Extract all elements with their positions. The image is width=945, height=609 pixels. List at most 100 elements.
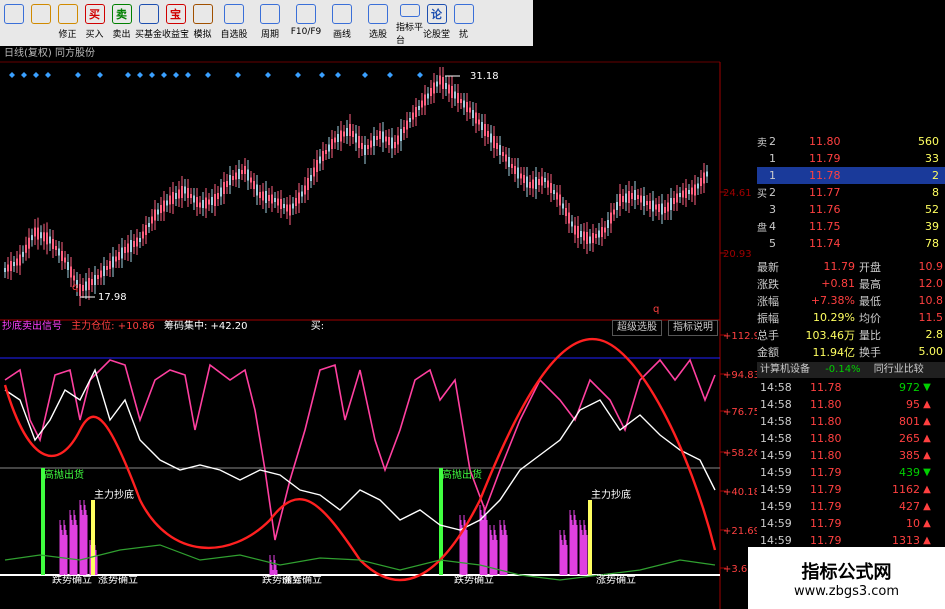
stats-panel: 最新 11.79 开盘 10.9 涨跌 +0.81 最高 12.0 涨幅 +7.38… xyxy=(757,258,945,360)
price-axis-label: 24.61 xyxy=(723,188,752,199)
tick-row[interactable]: 14:59 11.79 10 ▲ xyxy=(757,515,945,532)
order-price: 11.78 xyxy=(809,169,841,182)
order-book-row[interactable]: 卖 2 11.80 560 xyxy=(757,133,945,150)
order-level: 4 xyxy=(769,220,776,233)
oscillator-line xyxy=(4,358,716,541)
tick-time: 14:58 xyxy=(760,415,792,428)
order-volume: 52 xyxy=(925,203,939,216)
arrow-up-icon: ▲ xyxy=(923,518,931,529)
order-book-row[interactable]: 3 11.76 52 xyxy=(757,201,945,218)
stat-key: 金额 xyxy=(757,345,779,359)
tick-row[interactable]: 14:59 11.80 385 ▲ xyxy=(757,447,945,464)
tick-time: 14:58 xyxy=(760,398,792,411)
order-book-row[interactable]: 1 11.79 33 xyxy=(757,150,945,167)
tick-volume: 385 xyxy=(899,449,920,462)
order-price: 11.80 xyxy=(809,135,841,148)
signal-diamond xyxy=(9,72,15,78)
tick-time: 14:59 xyxy=(760,534,792,547)
tick-row[interactable]: 14:58 11.80 801 ▲ xyxy=(757,413,945,430)
tick-time: 14:59 xyxy=(760,517,792,530)
stats-row: 振幅 10.29% 均价 11.5 xyxy=(757,309,945,326)
trend-up-label: 涨势确立 xyxy=(282,573,322,586)
order-book-row[interactable]: 买 2 11.77 8 xyxy=(757,184,945,201)
tick-volume: 10 xyxy=(906,517,920,530)
price-axis-label: 20.93 xyxy=(723,249,752,260)
stats-row: 最新 11.79 开盘 10.9 xyxy=(757,258,945,275)
order-book-row[interactable]: 5 11.74 78 xyxy=(757,235,945,252)
stat-key: 总手 xyxy=(757,328,779,342)
signal-diamond xyxy=(362,72,368,78)
trend-line xyxy=(4,368,716,531)
chip-value: +42.20 xyxy=(210,321,248,332)
stat-value: +7.38% xyxy=(810,294,855,307)
order-book-row[interactable]: 盘 4 11.75 39 xyxy=(757,218,945,235)
tab-super-select[interactable]: 超级选股 xyxy=(612,320,662,336)
order-book-row[interactable]: 1 11.78 2 xyxy=(757,167,945,184)
signal-diamonds xyxy=(9,72,423,78)
signal-diamond xyxy=(125,72,131,78)
trend-down-label: 跌势确立 xyxy=(454,573,494,586)
stat-value: 2.8 xyxy=(925,328,944,341)
signal-diamond xyxy=(137,72,143,78)
signal-diamond xyxy=(235,72,241,78)
signal-diamond xyxy=(295,72,301,78)
arrow-up-icon: ▲ xyxy=(923,450,931,461)
tick-row[interactable]: 14:59 11.79 427 ▲ xyxy=(757,498,945,515)
order-level: 5 xyxy=(769,237,776,250)
tick-volume: 427 xyxy=(899,500,920,513)
stat-key: 最高 xyxy=(859,277,881,291)
tick-volume: 1313 xyxy=(892,534,920,547)
chart-area[interactable]: 31.18 17.98 24.61 20.93 q q 高抛出货 高抛出货主力抄底 主力抄底跌… xyxy=(0,0,757,609)
trend-up-label: 涨势确立 xyxy=(98,573,138,586)
tick-row[interactable]: 14:59 11.79 439 ▼ xyxy=(757,464,945,481)
order-side: 买 xyxy=(757,189,767,200)
tick-row[interactable]: 14:58 11.78 972 ▼ xyxy=(757,379,945,396)
signal-diamond xyxy=(45,72,51,78)
stat-key: 涨跌 xyxy=(757,277,779,291)
tab-indicator-help[interactable]: 指标说明 xyxy=(668,320,718,336)
stat-key: 最新 xyxy=(757,260,779,274)
signal-diamond xyxy=(205,72,211,78)
sector-compare-link[interactable]: 同行业比较 xyxy=(874,364,924,375)
order-price: 11.76 xyxy=(809,203,841,216)
indicator-name: 抄底卖出信号 xyxy=(2,321,62,332)
stats-row: 涨幅 +7.38% 最低 10.8 xyxy=(757,292,945,309)
sector-row[interactable]: 计算机设备 -0.14% 同行业比较 xyxy=(757,362,945,378)
signal-diamond xyxy=(387,72,393,78)
tick-list[interactable]: 14:58 11.78 972 ▼ 14:58 11.80 95 ▲ 14:58 1… xyxy=(757,379,945,549)
signal-diamond xyxy=(335,72,341,78)
sector-name: 计算机设备 xyxy=(760,364,810,375)
stat-key: 量比 xyxy=(859,328,881,342)
order-side: 盘 xyxy=(757,223,767,234)
tick-row[interactable]: 14:59 11.79 1162 ▲ xyxy=(757,481,945,498)
cycle-line xyxy=(3,337,717,582)
order-price: 11.75 xyxy=(809,220,841,233)
tick-volume: 95 xyxy=(906,398,920,411)
stat-value: 11.5 xyxy=(918,311,944,324)
tick-time: 14:58 xyxy=(760,432,792,445)
stat-key: 最低 xyxy=(859,294,881,308)
stat-key: 换手 xyxy=(859,345,881,359)
tick-volume: 265 xyxy=(899,432,920,445)
tick-row[interactable]: 14:58 11.80 95 ▲ xyxy=(757,396,945,413)
stat-key: 均价 xyxy=(859,311,881,325)
stat-value: 12.0 xyxy=(918,277,944,290)
tick-price: 11.79 xyxy=(810,483,842,496)
indicator-axis-label: +94.83 xyxy=(723,370,757,381)
tick-volume: 801 xyxy=(899,415,920,428)
top-signal-bar xyxy=(41,468,45,575)
order-volume: 78 xyxy=(925,237,939,250)
stats-row: 总手 103.46万 量比 2.8 xyxy=(757,326,945,343)
main-position-label: 主力仓位: xyxy=(71,321,115,332)
signal-diamond xyxy=(265,72,271,78)
stat-key: 振幅 xyxy=(757,311,779,325)
order-price: 11.77 xyxy=(809,186,841,199)
arrow-up-icon: ▲ xyxy=(923,501,931,512)
tick-price: 11.80 xyxy=(810,432,842,445)
arrow-up-icon: ▲ xyxy=(923,399,931,410)
trend-down-label: 跌势确立 xyxy=(52,573,92,586)
tick-time: 14:59 xyxy=(760,466,792,479)
tick-row[interactable]: 14:58 11.80 265 ▲ xyxy=(757,430,945,447)
order-price: 11.79 xyxy=(809,152,841,165)
tick-price: 11.78 xyxy=(810,381,842,394)
